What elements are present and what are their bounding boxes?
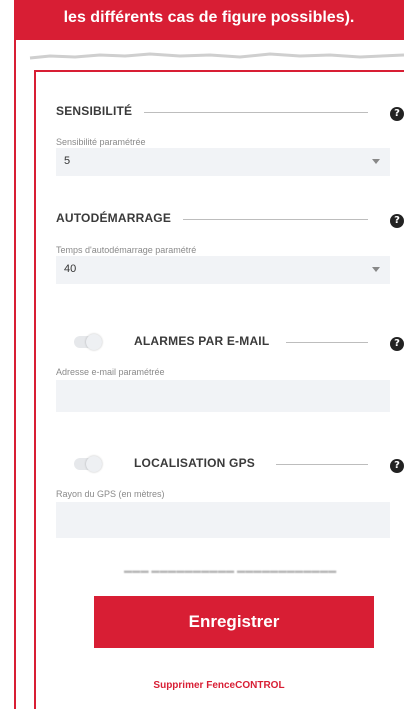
gps-radius-input[interactable] <box>56 502 390 538</box>
email-field-label: Adresse e-mail paramétrée <box>56 367 165 377</box>
blurred-text-line: ▬▬▬ ▬▬▬▬▬▬▬▬▬▬ ▬▬▬▬▬▬▬▬▬▬▬▬ <box>124 566 337 575</box>
delete-fencecontrol-link[interactable]: Supprimer FenceCONTROL <box>0 680 404 691</box>
section-divider <box>140 112 368 113</box>
autostart-field-label: Temps d'autodémarrage paramétré <box>56 245 197 255</box>
gps-field-label: Rayon du GPS (en mètres) <box>56 489 165 499</box>
gps-toggle[interactable] <box>74 456 102 472</box>
email-alarms-help-icon[interactable]: ? <box>390 337 404 351</box>
autostart-select[interactable]: 40 <box>56 256 390 284</box>
sensitivity-field-label: Sensibilité paramétrée <box>56 137 146 147</box>
sensitivity-value: 5 <box>64 155 71 167</box>
save-button[interactable]: Enregistrer <box>94 596 374 648</box>
gps-title: LOCALISATION GPS <box>134 456 267 470</box>
autostart-title: AUTODÉMARRAGE <box>56 211 184 225</box>
email-alarms-toggle[interactable] <box>74 334 102 350</box>
section-divider <box>276 464 368 465</box>
gps-help-icon[interactable]: ? <box>390 459 404 473</box>
section-divider <box>180 219 368 220</box>
email-input[interactable] <box>56 380 390 412</box>
toggle-knob <box>86 456 102 472</box>
banner-caption: les différents cas de figure possibles). <box>14 0 404 40</box>
section-divider <box>286 342 368 343</box>
toggle-knob <box>86 334 102 350</box>
sensitivity-title: SENSIBILITÉ <box>56 104 145 118</box>
autostart-help-icon[interactable]: ? <box>390 214 404 228</box>
sensitivity-help-icon[interactable]: ? <box>390 107 404 121</box>
torn-paper-edge <box>29 52 404 70</box>
caret-down-icon <box>372 267 380 272</box>
caret-down-icon <box>372 159 380 164</box>
email-alarms-title: ALARMES PAR E-MAIL <box>134 334 282 348</box>
autostart-value: 40 <box>64 263 77 275</box>
sensitivity-select[interactable]: 5 <box>56 148 390 176</box>
frame-border-left <box>14 40 16 709</box>
